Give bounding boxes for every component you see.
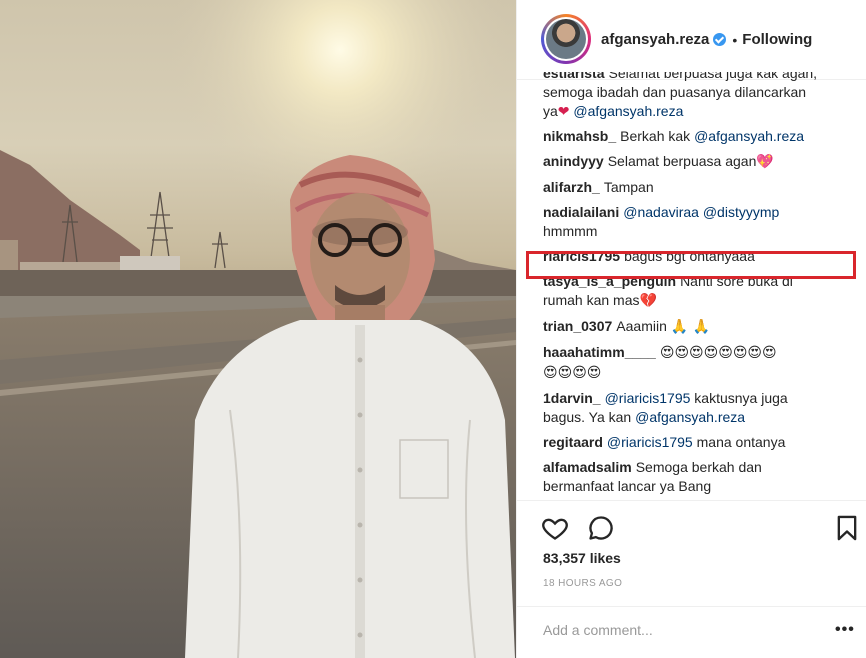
comment-item: alifarzh_ Tampan: [543, 178, 853, 197]
action-bar: 83,357 likes 18 HOURS AGO: [517, 500, 866, 608]
post-header: afgansyah.reza • Following: [517, 0, 866, 80]
comment-username[interactable]: anindyyy: [543, 153, 604, 169]
comment-text: hmmmm: [543, 223, 598, 239]
comment-item: hmmmm: [543, 222, 853, 241]
post-photo-art: [0, 0, 516, 658]
comment-text: Berkah kak: [620, 128, 695, 144]
comment-item: haaahatimm____ 😍😍😍😍😍😍😍😍: [543, 343, 853, 363]
speech-bubble-icon[interactable]: [587, 514, 615, 542]
comment-text: bermanfaat lancar ya Bang: [543, 478, 712, 494]
comment-text: Selamat berpuasa juga kak agan,: [608, 72, 818, 81]
comment-text: Nanti sore buka di: [680, 273, 793, 289]
comment-text: 💔: [639, 293, 657, 309]
username-link[interactable]: afgansyah.reza: [601, 31, 709, 48]
comment-text: ❤: [557, 103, 570, 119]
comments-list[interactable]: estiarista Selamat berpuasa juga kak agan…: [543, 72, 853, 499]
comment-username[interactable]: alfamadsalim: [543, 459, 632, 475]
comment-username[interactable]: estiarista: [543, 72, 604, 81]
comment-username[interactable]: alifarzh_: [543, 179, 600, 195]
separator-dot: •: [732, 31, 738, 48]
comment-text: mana ontanya: [692, 434, 786, 450]
comment-text: bagus. Ya kan: [543, 409, 636, 425]
comment-item: bermanfaat lancar ya Bang: [543, 477, 853, 496]
comment-item: ya❤ @afgansyah.reza: [543, 102, 853, 121]
comment-item: trian_0307 Aaamiin 🙏 🙏: [543, 317, 853, 337]
comment-username[interactable]: nikmahsb_: [543, 128, 616, 144]
comment-username[interactable]: riaricis1795: [543, 248, 620, 264]
post-timestamp[interactable]: 18 HOURS AGO: [543, 578, 622, 589]
comment-text: 😍😍😍😍😍😍😍😍: [659, 345, 777, 361]
comment-mention-link[interactable]: @afgansyah.reza: [573, 103, 683, 119]
following-button[interactable]: Following: [742, 31, 812, 48]
comment-text: rumah kan mas: [543, 292, 640, 308]
comment-text: semoga ibadah dan puasanya dilancarkan: [543, 84, 807, 100]
comment-text: Aaamiin: [616, 318, 671, 334]
comment-username[interactable]: regitaard: [543, 434, 603, 450]
likes-count[interactable]: 83,357 likes: [543, 550, 621, 566]
comment-text: 🙏 🙏: [670, 319, 711, 335]
comment-text: Selamat berpuasa agan: [607, 153, 757, 169]
verified-badge-icon: [713, 33, 727, 46]
comment-username[interactable]: haaahatimm____: [543, 344, 656, 360]
avatar[interactable]: [541, 14, 591, 64]
comment-mention-link[interactable]: @riaricis1795: [607, 434, 693, 450]
comment-text: 💖: [756, 154, 774, 170]
avatar-image: [546, 19, 586, 59]
comment-mention-link[interactable]: @afgansyah.reza: [635, 409, 745, 425]
comment-text: Semoga berkah dan: [635, 459, 762, 475]
comment-text: 😍😍😍😍: [543, 365, 602, 381]
comment-text: ya: [543, 103, 558, 119]
comment-mention-link[interactable]: @distyyymp: [703, 204, 779, 220]
comment-item: rumah kan mas💔: [543, 291, 853, 311]
comment-item: regitaard @riaricis1795 mana ontanya: [543, 433, 853, 452]
comment-text: bagus bgt ontanyaaa: [624, 248, 755, 264]
comment-username[interactable]: 1darvin_: [543, 390, 601, 406]
comment-username[interactable]: nadialailani: [543, 204, 619, 220]
add-comment-bar: •••: [517, 606, 866, 658]
comment-mention-link[interactable]: @afgansyah.reza: [694, 128, 804, 144]
post-side-panel: afgansyah.reza • Following estiarista Sel…: [516, 0, 866, 658]
more-options-button[interactable]: •••: [835, 621, 855, 639]
comment-item: alfamadsalim Semoga berkah dan: [543, 458, 853, 477]
comment-text: Tampan: [603, 179, 654, 195]
add-comment-input[interactable]: [543, 619, 813, 641]
comment-item: riaricis1795 bagus bgt ontanyaaa: [543, 247, 853, 266]
comment-item: anindyyy Selamat berpuasa agan💖: [543, 152, 853, 172]
comment-username[interactable]: tasya_is_a_penguin: [543, 273, 676, 289]
comment-item: 1darvin_ @riaricis1795 kaktusnya juga: [543, 389, 853, 408]
comment-item: estiarista Selamat berpuasa juga kak agan…: [543, 72, 853, 83]
heart-outline-icon[interactable]: [541, 514, 569, 542]
comment-item: tasya_is_a_penguin Nanti sore buka di: [543, 272, 853, 291]
bookmark-icon[interactable]: [833, 514, 861, 542]
comment-item: 😍😍😍😍: [543, 363, 853, 383]
comment-mention-link[interactable]: @nadaviraa: [623, 204, 699, 220]
comment-item: bagus. Ya kan @afgansyah.reza: [543, 408, 853, 427]
comment-item: semoga ibadah dan puasanya dilancarkan: [543, 83, 853, 102]
comment-item: nadialailani @nadaviraa @distyyymp: [543, 203, 853, 222]
comment-username[interactable]: trian_0307: [543, 318, 612, 334]
comment-mention-link[interactable]: @riaricis1795: [605, 390, 691, 406]
comment-text: kaktusnya juga: [690, 390, 788, 406]
comment-item: nikmahsb_ Berkah kak @afgansyah.reza: [543, 127, 853, 146]
post-photo[interactable]: [0, 0, 516, 658]
